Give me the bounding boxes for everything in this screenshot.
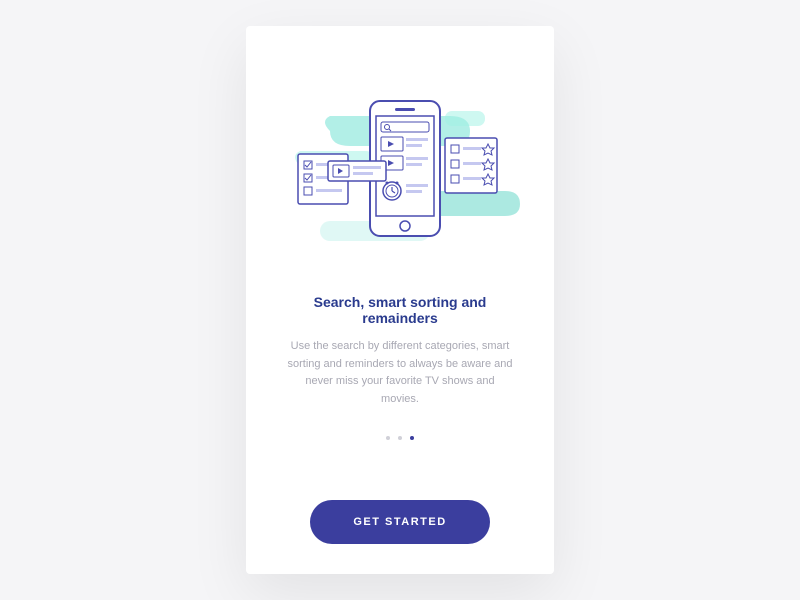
page-dot-3[interactable] — [410, 436, 414, 440]
onboarding-card: Search, smart sorting and remainders Use… — [246, 26, 554, 574]
page-dot-2[interactable] — [398, 436, 402, 440]
onboarding-description: Use the search by different categories, … — [286, 338, 514, 408]
page-indicator — [386, 436, 414, 440]
page-dot-1[interactable] — [386, 436, 390, 440]
get-started-button[interactable]: GET STARTED — [310, 500, 490, 544]
onboarding-content: Search, smart sorting and remainders Use… — [276, 294, 524, 408]
hero-illustration — [270, 76, 530, 266]
onboarding-title: Search, smart sorting and remainders — [286, 294, 514, 326]
